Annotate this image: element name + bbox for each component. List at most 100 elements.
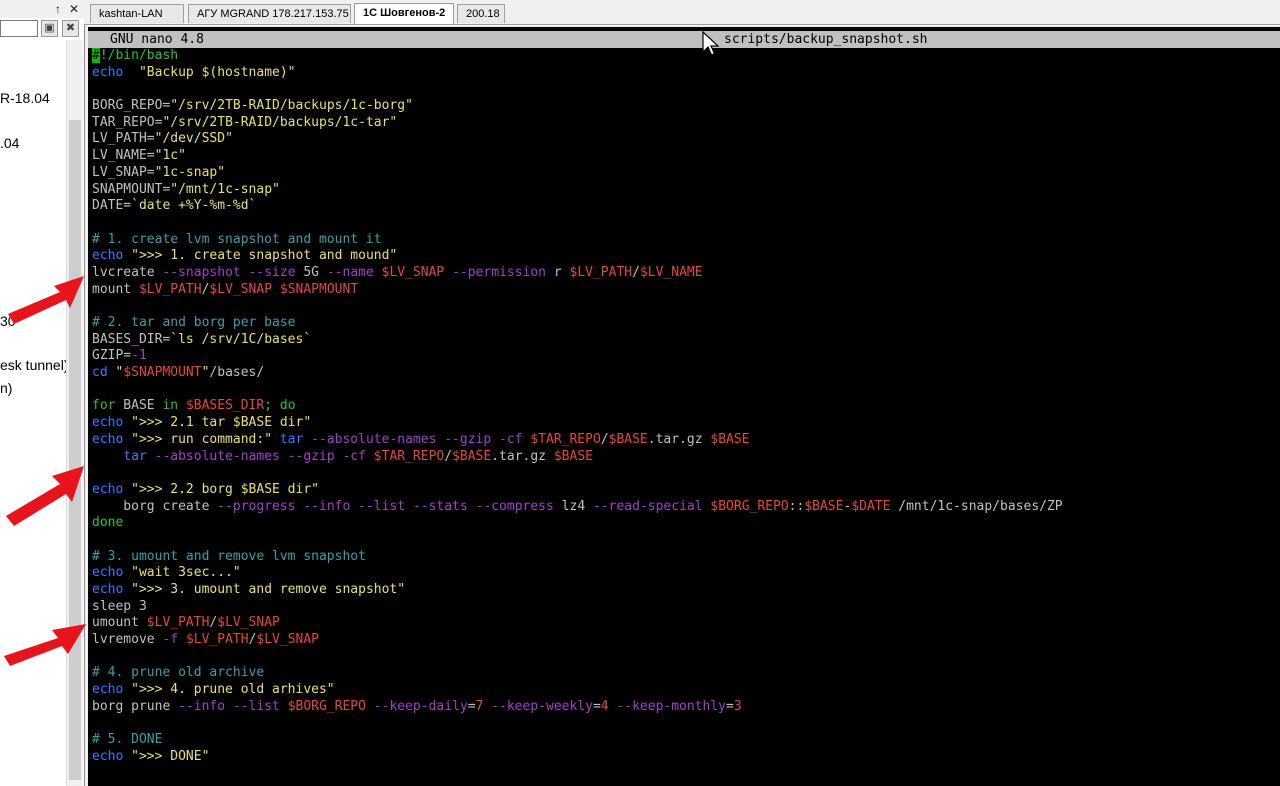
code-line[interactable]: borg create --progress --info --list --s… xyxy=(92,498,1062,516)
code-line[interactable]: echo "Backup $(hostname)" xyxy=(92,65,1063,82)
code-line[interactable]: echo ">>> 2.1 tar $BASE dir" xyxy=(92,415,1063,432)
list-item[interactable]: R-18.04 xyxy=(0,90,50,106)
code-line[interactable] xyxy=(92,215,1063,232)
code-line[interactable] xyxy=(92,81,1063,98)
scrollbar-thumb[interactable] xyxy=(69,120,81,780)
code-line[interactable]: LV_PATH="/dev/SSD" xyxy=(92,131,1063,148)
code-token: $SNAPMOUNT xyxy=(123,365,202,381)
code-line[interactable]: LV_SNAP="1c-snap" xyxy=(92,165,1063,182)
code-token: --gzip xyxy=(444,431,492,447)
code-line[interactable]: sleep 3 xyxy=(92,599,1063,616)
nano-filename: scripts/backup_snapshot.sh xyxy=(724,32,928,47)
code-line[interactable]: done xyxy=(92,515,1063,532)
tab-agu-mgrand[interactable]: АГУ MGRAND 178.217.153.75 xyxy=(188,4,351,23)
code-line[interactable]: # 2. tar and borg per base xyxy=(92,315,1063,332)
code-line[interactable]: tar --absolute-names --gzip -cf $TAR_REP… xyxy=(92,449,1063,466)
tab-kashtan-lan[interactable]: kashtan-LAN xyxy=(90,4,184,23)
code-line[interactable]: echo ">>> run command:" tar --absolute-n… xyxy=(92,432,1063,449)
left-panel-scrollbar[interactable] xyxy=(66,40,83,786)
tab-200-18[interactable]: 200.18 xyxy=(457,4,505,23)
text-cursor: # xyxy=(92,48,100,63)
code-token: !/bin/bash xyxy=(99,48,179,63)
list-item[interactable]: n) xyxy=(0,380,12,396)
code-line[interactable] xyxy=(92,382,1063,399)
code-line[interactable]: for BASE in $BASES_DIR; do xyxy=(92,398,1063,415)
code-token: $LV_SNAP xyxy=(381,264,445,280)
code-token: -cf xyxy=(342,448,366,464)
code-line[interactable]: echo ">>> 2.2 borg $BASE dir" xyxy=(92,482,1063,499)
code-line[interactable]: # 3. umount and remove lvm snapshot xyxy=(92,549,1063,566)
clear-search-icon[interactable]: ✖ xyxy=(62,20,79,37)
code-line[interactable]: echo "wait 3sec..." xyxy=(92,565,1063,582)
code-line[interactable]: TAR_REPO="/srv/2TB-RAID/backups/1c-tar" xyxy=(92,115,1063,132)
code-line[interactable] xyxy=(92,298,1063,315)
code-token: echo xyxy=(92,248,124,264)
code-line[interactable]: lvcreate --snapshot --size 5G --name $LV… xyxy=(92,265,1063,282)
code-token: --absolute-names xyxy=(311,431,437,447)
code-line[interactable]: GZIP=-1 xyxy=(92,348,1063,365)
code-token: in xyxy=(162,398,179,414)
code-token: / xyxy=(600,431,609,447)
code-token: --keep-weekly xyxy=(491,698,593,714)
code-token: --snapshot xyxy=(162,264,241,280)
code-token: # 5. DONE xyxy=(92,732,163,748)
close-icon[interactable]: ✕ xyxy=(66,1,82,17)
code-token: --keep-monthly xyxy=(616,698,727,714)
code-token: .tar.gz xyxy=(491,448,554,464)
code-line[interactable]: BASES_DIR=`ls /srv/1C/bases` xyxy=(92,332,1063,349)
code-line[interactable]: # 4. prune old archive xyxy=(92,665,1063,682)
code-token: DATE= xyxy=(92,198,132,214)
list-item[interactable]: .04 xyxy=(0,135,19,151)
code-token: GZIP= xyxy=(92,348,132,364)
code-token: borg create xyxy=(92,498,218,514)
terminal-window[interactable]: GNU nano 4.8 scripts/backup_snapshot.sh … xyxy=(88,27,1280,786)
code-token: for xyxy=(92,398,116,414)
code-token: $SNAPMOUNT xyxy=(279,281,359,297)
code-line[interactable] xyxy=(92,716,1063,733)
code-token: `ls /srv/1C/bases` xyxy=(170,331,312,347)
list-item[interactable]: esk tunnel) xyxy=(0,357,68,373)
code-editor[interactable]: #!/bin/bash echo "Backup $(hostname)" BOR… xyxy=(92,48,1063,766)
code-line[interactable]: echo ">>> DONE" xyxy=(92,749,1063,766)
code-line[interactable]: echo ">>> 4. prune old arhives" xyxy=(92,682,1063,699)
code-line[interactable]: echo ">>> 1. create snapshot and mound" xyxy=(92,248,1063,265)
tab-1c-shovgenov-2[interactable]: 1С Шовгенов-2 xyxy=(354,3,454,24)
code-token: -1 xyxy=(131,348,147,364)
code-line[interactable]: borg prune --info --list $BORG_REPO --ke… xyxy=(92,699,1063,716)
search-input[interactable] xyxy=(0,20,38,37)
code-token: # 3. umount and remove lvm snapshot xyxy=(92,548,366,564)
code-line[interactable]: # 5. DONE xyxy=(92,732,1063,749)
code-token: ">>> 3. umount and remove snapshot" xyxy=(131,582,406,597)
code-line[interactable]: DATE=`date +%Y-%m-%d` xyxy=(92,198,1063,215)
code-token: $LV_PATH xyxy=(138,281,202,297)
code-line[interactable] xyxy=(92,465,1063,482)
code-line[interactable]: echo ">>> 3. umount and remove snapshot" xyxy=(92,582,1063,599)
code-line[interactable]: #!/bin/bash xyxy=(92,48,1063,65)
code-token: --gzip xyxy=(287,448,335,464)
binoculars-icon[interactable]: ▣ xyxy=(41,20,58,37)
pin-icon[interactable]: ↑ xyxy=(50,1,66,17)
code-token: "/dev/SSD" xyxy=(154,131,233,147)
code-token: $LV_SNAP xyxy=(256,632,320,648)
code-line[interactable] xyxy=(92,649,1063,666)
code-line[interactable]: LV_NAME="1c" xyxy=(92,148,1063,165)
code-line[interactable]: mount $LV_PATH/$LV_SNAP $SNAPMOUNT xyxy=(92,282,1063,299)
code-line[interactable]: # 1. create lvm snapshot and mount it xyxy=(92,232,1063,249)
code-line[interactable]: SNAPMOUNT="/mnt/1c-snap" xyxy=(92,182,1063,199)
code-line[interactable]: lvremove -f $LV_PATH/$LV_SNAP xyxy=(92,632,1063,649)
red-arrow-icon xyxy=(6,466,84,526)
code-token: --list xyxy=(358,498,406,514)
code-token: ; do xyxy=(264,398,296,414)
code-token: 5G xyxy=(295,264,327,280)
code-line[interactable]: BORG_REPO="/srv/2TB-RAID/backups/1c-borg… xyxy=(92,98,1063,115)
code-line[interactable]: cd "$SNAPMOUNT"/bases/ xyxy=(92,365,1063,382)
code-line[interactable]: umount $LV_PATH/$LV_SNAP xyxy=(92,615,1063,632)
code-line[interactable] xyxy=(92,532,1063,549)
code-token: ">>> 2.2 borg $BASE dir" xyxy=(131,481,319,497)
